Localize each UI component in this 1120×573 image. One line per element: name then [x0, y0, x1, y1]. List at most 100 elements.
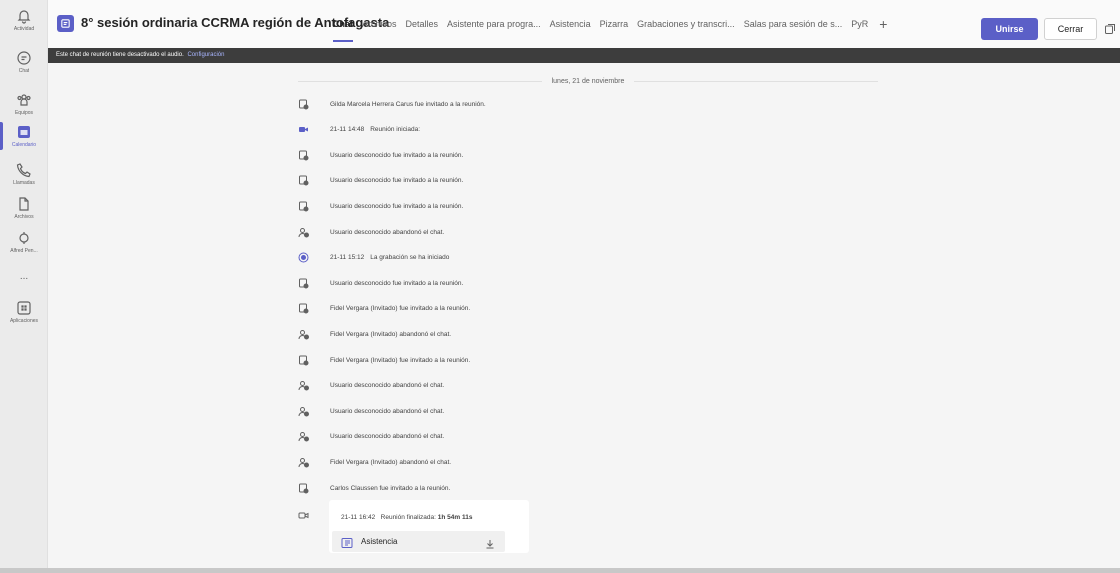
event-text: Carlos Claussen fue invitado a la reunió…: [330, 485, 450, 492]
rail-item-calls[interactable]: Llamadas: [0, 156, 48, 192]
invite-icon: [298, 355, 309, 366]
tab-details[interactable]: Detalles: [406, 0, 439, 48]
tab-assistant[interactable]: Asistente para progra...: [447, 0, 541, 48]
leave-icon: [298, 431, 309, 442]
audio-notice-bar: Este chat de reunión tiene desactivado e…: [48, 48, 1120, 63]
invite-icon: [298, 175, 309, 186]
event-message: Usuario desconocido fue invitado a la re…: [330, 279, 464, 287]
event-text: Usuario desconocido fue invitado a la re…: [330, 177, 463, 184]
tab-qa[interactable]: PyR: [851, 0, 868, 48]
event-message: Usuario desconocido abandonó el chat.: [330, 433, 445, 441]
rail-item-files[interactable]: Archivos: [0, 190, 48, 226]
chat-event-row: Fidel Vergara (Invitado) fue invitado a …: [298, 352, 470, 368]
chat-event-row: 21-11 15:12 La grabación se ha iniciado: [298, 250, 449, 266]
app-icon: [19, 232, 29, 244]
invite-icon: [298, 99, 309, 110]
rail-item-calendar[interactable]: Calendario: [0, 118, 48, 154]
event-text: Usuario desconocido abandonó el chat.: [330, 382, 444, 389]
meeting-header: 8° sesión ordinaria CCRMA región de Anto…: [48, 0, 1120, 48]
rail-label: Llamadas: [13, 180, 35, 186]
tab-recordings[interactable]: Grabaciones y transcri...: [637, 0, 735, 48]
event-message: Usuario desconocido abandonó el chat.: [330, 382, 445, 390]
bell-icon: [17, 10, 31, 24]
chat-event-row: Usuario desconocido abandonó el chat.: [298, 378, 444, 394]
join-button[interactable]: Unirse: [981, 18, 1038, 40]
notice-text: Este chat de reunión tiene desactivado e…: [56, 52, 184, 58]
file-icon: [19, 197, 29, 211]
tab-attendance[interactable]: Asistencia: [550, 0, 591, 48]
ended-label: Reunión finalizada:: [380, 514, 436, 521]
chat-event-row: Usuario desconocido abandonó el chat.: [298, 403, 444, 419]
event-text: Usuario desconocido fue invitado a la re…: [330, 203, 463, 210]
date-separator: lunes, 21 de noviembre: [298, 76, 878, 86]
chat-area[interactable]: lunes, 21 de noviembre Gilda Marcela Her…: [48, 63, 1120, 568]
event-text: Usuario desconocido abandonó el chat.: [330, 229, 444, 236]
rail-item-apps[interactable]: Aplicaciones: [0, 294, 48, 330]
tab-chat[interactable]: Chat: [333, 0, 353, 48]
phone-icon: [16, 163, 31, 178]
tab-files[interactable]: Archivos: [362, 0, 397, 48]
event-message: Fidel Vergara (Invitado) fue invitado a …: [330, 356, 471, 364]
chat-event-row: Usuario desconocido abandonó el chat.: [298, 429, 444, 445]
chat-event-row: Carlos Claussen fue invitado a la reunió…: [298, 480, 450, 496]
event-text: Usuario desconocido fue invitado a la re…: [330, 280, 463, 287]
leave-icon: [298, 380, 309, 391]
event-text: 21-11 14:48 Reunión iniciada:: [330, 126, 420, 133]
settings-link[interactable]: Configuración: [187, 52, 224, 58]
event-time: 21-11 15:12: [330, 254, 365, 262]
event-message: Fidel Vergara (Invitado) abandonó el cha…: [330, 458, 452, 466]
leave-icon: [298, 406, 309, 417]
invite-icon: [298, 483, 309, 494]
apps-icon: [17, 301, 31, 315]
event-text: Fidel Vergara (Invitado) abandonó el cha…: [330, 459, 451, 466]
chat-event-row: Usuario desconocido fue invitado a la re…: [298, 198, 463, 214]
event-message: Gilda Marcela Herrera Carus fue invitado…: [330, 100, 486, 108]
event-text: Fidel Vergara (Invitado) fue invitado a …: [330, 305, 470, 312]
meeting-ended-text: 21-11 16:42 Reunión finalizada: 1h 54m 1…: [341, 514, 472, 521]
video-icon: [298, 124, 309, 135]
rail-item-teams[interactable]: Equipos: [0, 86, 48, 122]
bottom-edge: [0, 568, 1120, 573]
event-text: Usuario desconocido abandonó el chat.: [330, 433, 444, 440]
attendance-attachment[interactable]: Asistencia: [332, 531, 505, 552]
rail-label: Actividad: [13, 26, 35, 32]
leave-icon: [298, 457, 309, 468]
add-tab-icon[interactable]: +: [879, 0, 887, 48]
ended-time: 21-11 16:42: [341, 514, 376, 521]
event-message: Usuario desconocido fue invitado a la re…: [330, 202, 464, 210]
attendance-file-icon: [341, 536, 353, 548]
chat-event-row: Usuario desconocido abandonó el chat.: [298, 224, 444, 240]
rail-label: Chat: [18, 68, 30, 74]
rail-label: Aplicaciones: [9, 318, 39, 324]
event-message: Usuario desconocido fue invitado a la re…: [330, 177, 464, 185]
download-icon[interactable]: [485, 536, 495, 549]
rail-item-activity[interactable]: Actividad: [0, 2, 48, 38]
tab-bar: Chat Archivos Detalles Asistente para pr…: [333, 0, 887, 48]
rail-item-chat[interactable]: Chat: [0, 44, 48, 80]
close-button[interactable]: Cerrar: [1044, 18, 1097, 40]
event-text: Usuario desconocido fue invitado a la re…: [330, 152, 463, 159]
attachment-label: Asistencia: [361, 537, 398, 546]
event-time: 21-11 14:48: [330, 126, 365, 134]
video-off-icon: [298, 508, 309, 519]
ended-duration: 1h 54m 11s: [437, 514, 473, 521]
event-text: Usuario desconocido abandonó el chat.: [330, 408, 444, 415]
tab-rooms[interactable]: Salas para sesión de s...: [744, 0, 843, 48]
event-message: Usuario desconocido abandonó el chat.: [330, 407, 445, 415]
rail-item-more[interactable]: ...: [0, 258, 48, 294]
rail-label: Alfred Pen...: [10, 248, 38, 254]
chat-event-row: 21-11 14:48 Reunión iniciada:: [298, 122, 420, 138]
app-rail: Actividad Chat Equipos Calendario Llamad…: [0, 0, 48, 573]
event-message: La grabación se ha iniciado: [370, 254, 450, 262]
event-message: Reunión iniciada:: [370, 126, 421, 134]
tab-whiteboard[interactable]: Pizarra: [600, 0, 629, 48]
chat-event-row: Fidel Vergara (Invitado) abandonó el cha…: [298, 454, 451, 470]
rail-item-app[interactable]: Alfred Pen...: [0, 224, 48, 260]
rail-label: Equipos: [14, 110, 34, 116]
invite-icon: [298, 201, 309, 212]
event-text: Fidel Vergara (Invitado) fue invitado a …: [330, 357, 470, 364]
chat-icon: [17, 51, 31, 65]
popout-icon[interactable]: [1104, 22, 1116, 34]
event-text: 21-11 15:12 La grabación se ha iniciado: [330, 254, 449, 261]
record-icon: [298, 252, 309, 263]
